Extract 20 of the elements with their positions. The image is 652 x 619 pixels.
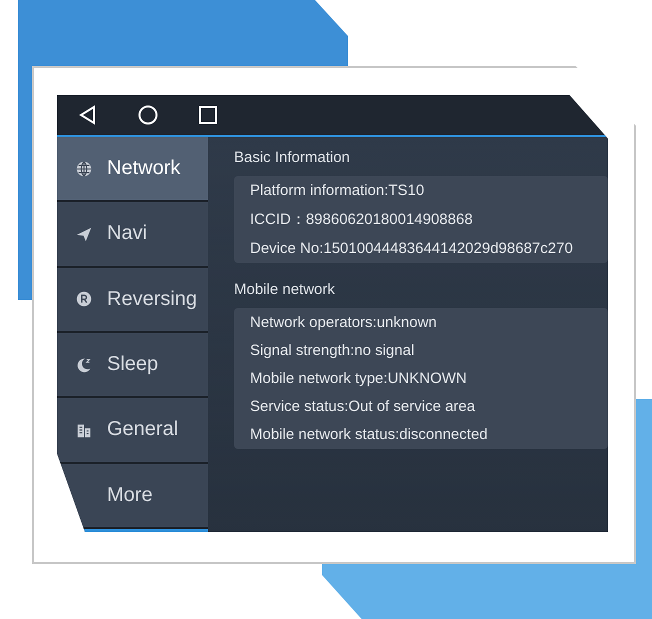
sidebar-item[interactable]: Navi [57, 202, 208, 268]
info-text: Service status:Out of service area [250, 398, 476, 415]
info-text: Signal strength:no signal [250, 342, 416, 359]
sidebar-item[interactable]: Network [57, 137, 208, 202]
recents-icon[interactable] [197, 104, 219, 126]
moon-icon [75, 356, 93, 374]
info-text: Network operators:unknown [250, 314, 438, 331]
sidebar-item[interactable]: Sleep [57, 332, 208, 398]
globe-icon [75, 160, 93, 178]
r-circle-icon [75, 290, 93, 308]
info-text: Mobile network type:UNKNOWN [250, 370, 468, 387]
info-text: Mobile network status:disconnected [250, 426, 489, 443]
info-text: Platform information:TS10 [250, 182, 426, 199]
home-icon[interactable] [137, 104, 159, 126]
sidebar-item[interactable]: General [57, 398, 208, 464]
section-title: Mobile network [234, 281, 336, 298]
section-title: Basic Information [234, 149, 351, 166]
sidebar-item[interactable]: Reversing [57, 268, 208, 333]
info-text: Device No:15010044483644142029d98687c270 [250, 240, 574, 257]
info-text: ICCID：89860620180014908868 [250, 210, 474, 229]
